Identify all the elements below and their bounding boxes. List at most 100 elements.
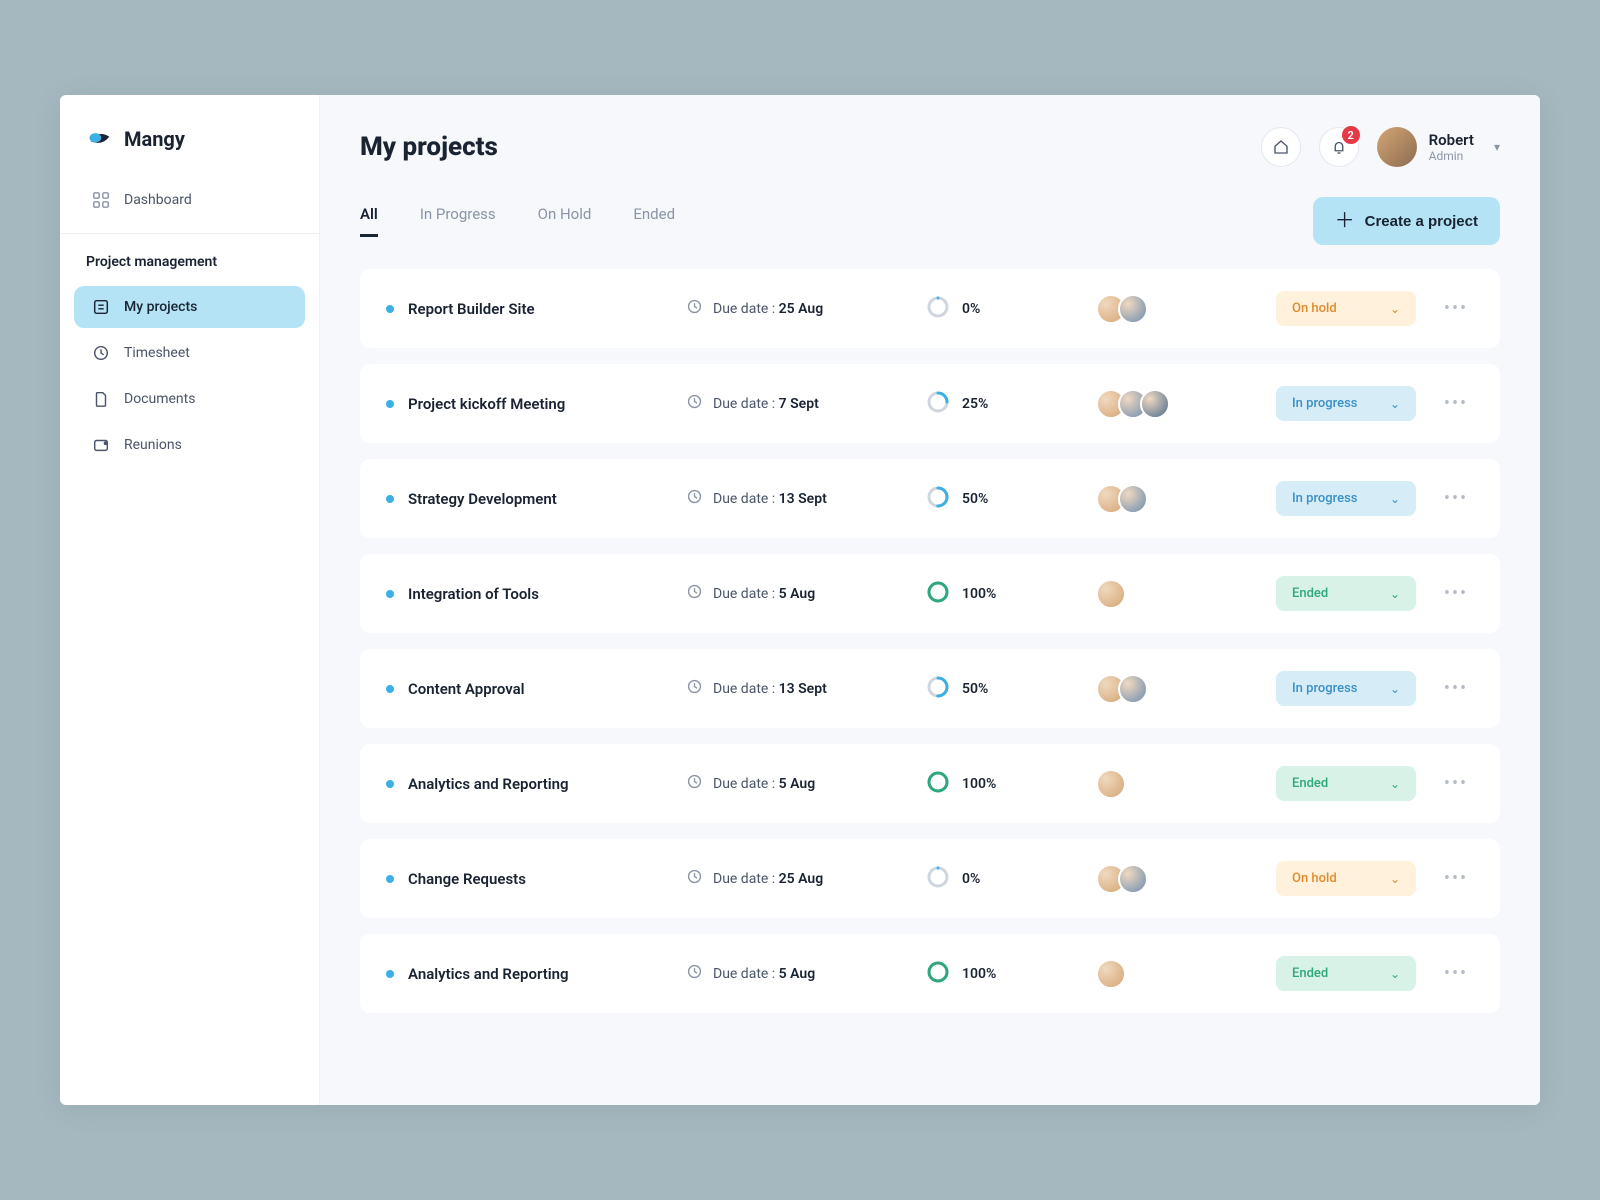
due-date-cell: Due date : 5 Aug — [686, 963, 906, 984]
progress-ring-icon — [926, 770, 950, 798]
assignees — [1096, 864, 1256, 894]
progress-percent: 100% — [962, 966, 996, 982]
more-button[interactable]: ••• — [1436, 583, 1476, 604]
nav-icon — [92, 390, 110, 408]
project-title: Integration of Tools — [408, 585, 539, 603]
tab-ended[interactable]: Ended — [633, 205, 675, 237]
user-menu[interactable]: Robert Admin ▾ — [1377, 127, 1500, 167]
due-date-text: Due date : 5 Aug — [713, 586, 815, 602]
due-date-cell: Due date : 13 Sept — [686, 488, 906, 509]
notifications-button[interactable]: 2 — [1319, 127, 1359, 167]
project-row[interactable]: Analytics and Reporting Due date : 5 Aug… — [360, 934, 1500, 1013]
project-row[interactable]: Project kickoff Meeting Due date : 7 Sep… — [360, 364, 1500, 443]
more-button[interactable]: ••• — [1436, 868, 1476, 889]
project-name-cell: Analytics and Reporting — [386, 965, 666, 983]
assignees — [1096, 579, 1256, 609]
project-row[interactable]: Content Approval Due date : 13 Sept 50% … — [360, 649, 1500, 728]
assignees — [1096, 484, 1256, 514]
sidebar-item-dashboard[interactable]: Dashboard — [74, 179, 305, 221]
tab-in-progress[interactable]: In Progress — [420, 205, 496, 237]
more-button[interactable]: ••• — [1436, 773, 1476, 794]
status-label: Ended — [1292, 586, 1328, 601]
project-list: Report Builder Site Due date : 25 Aug 0%… — [360, 269, 1500, 1013]
more-button[interactable]: ••• — [1436, 393, 1476, 414]
avatar — [1118, 864, 1148, 894]
progress-percent: 25% — [962, 396, 988, 412]
status-label: In progress — [1292, 396, 1357, 411]
project-title: Report Builder Site — [408, 300, 535, 318]
plus-icon: ＋ — [1335, 211, 1355, 231]
bullet-icon — [386, 970, 394, 978]
progress-ring-icon — [926, 390, 950, 418]
due-date-cell: Due date : 25 Aug — [686, 868, 906, 889]
clock-icon — [686, 488, 703, 509]
project-name-cell: Change Requests — [386, 870, 666, 888]
create-button-label: Create a project — [1365, 213, 1478, 230]
home-button[interactable] — [1261, 127, 1301, 167]
status-dropdown[interactable]: Ended ⌄ — [1276, 766, 1416, 801]
more-button[interactable]: ••• — [1436, 298, 1476, 319]
status-dropdown[interactable]: Ended ⌄ — [1276, 576, 1416, 611]
tab-on-hold[interactable]: On Hold — [538, 205, 592, 237]
bullet-icon — [386, 305, 394, 313]
sidebar-item-timesheet[interactable]: Timesheet — [74, 332, 305, 374]
tabs: All In Progress On Hold Ended — [360, 205, 675, 237]
page-title: My projects — [360, 132, 498, 162]
project-row[interactable]: Strategy Development Due date : 13 Sept … — [360, 459, 1500, 538]
progress-cell: 100% — [926, 580, 1076, 608]
sidebar-item-my-projects[interactable]: My projects — [74, 286, 305, 328]
due-date-cell: Due date : 5 Aug — [686, 773, 906, 794]
status-label: In progress — [1292, 681, 1357, 696]
project-row[interactable]: Report Builder Site Due date : 25 Aug 0%… — [360, 269, 1500, 348]
sidebar-section-label: Project management — [60, 233, 319, 282]
clock-icon — [686, 678, 703, 699]
create-project-button[interactable]: ＋ Create a project — [1313, 197, 1500, 245]
due-date-text: Due date : 13 Sept — [713, 491, 827, 507]
progress-percent: 0% — [962, 871, 980, 887]
status-dropdown[interactable]: On hold ⌄ — [1276, 861, 1416, 896]
avatar — [1096, 769, 1126, 799]
project-row[interactable]: Change Requests Due date : 25 Aug 0% On … — [360, 839, 1500, 918]
clock-icon — [686, 773, 703, 794]
sidebar-item-documents[interactable]: Documents — [74, 378, 305, 420]
assignees — [1096, 294, 1256, 324]
assignees — [1096, 769, 1256, 799]
notification-badge: 2 — [1342, 126, 1360, 144]
more-button[interactable]: ••• — [1436, 488, 1476, 509]
project-title: Content Approval — [408, 680, 525, 698]
more-button[interactable]: ••• — [1436, 678, 1476, 699]
project-row[interactable]: Analytics and Reporting Due date : 5 Aug… — [360, 744, 1500, 823]
topbar: My projects 2 Robert A — [360, 127, 1500, 167]
top-actions: 2 Robert Admin ▾ — [1261, 127, 1500, 167]
status-dropdown[interactable]: On hold ⌄ — [1276, 291, 1416, 326]
sidebar-item-reunions[interactable]: Reunions — [74, 424, 305, 466]
clock-icon — [686, 583, 703, 604]
project-name-cell: Project kickoff Meeting — [386, 395, 666, 413]
progress-percent: 50% — [962, 681, 988, 697]
status-dropdown[interactable]: In progress ⌄ — [1276, 481, 1416, 516]
avatar — [1096, 579, 1126, 609]
progress-cell: 0% — [926, 865, 1076, 893]
user-role: Admin — [1429, 149, 1474, 163]
progress-cell: 50% — [926, 485, 1076, 513]
status-label: Ended — [1292, 776, 1328, 791]
due-date-text: Due date : 7 Sept — [713, 396, 819, 412]
status-label: Ended — [1292, 966, 1328, 981]
project-name-cell: Analytics and Reporting — [386, 775, 666, 793]
sidebar: Mangy Dashboard Project management My pr… — [60, 95, 320, 1105]
sidebar-item-label: Reunions — [124, 437, 182, 453]
logo-icon — [86, 125, 114, 153]
project-name-cell: Report Builder Site — [386, 300, 666, 318]
tab-all[interactable]: All — [360, 205, 378, 237]
assignees — [1096, 674, 1256, 704]
progress-percent: 0% — [962, 301, 980, 317]
project-row[interactable]: Integration of Tools Due date : 5 Aug 10… — [360, 554, 1500, 633]
status-label: On hold — [1292, 871, 1337, 886]
progress-cell: 100% — [926, 960, 1076, 988]
status-dropdown[interactable]: In progress ⌄ — [1276, 671, 1416, 706]
more-button[interactable]: ••• — [1436, 963, 1476, 984]
project-title: Analytics and Reporting — [408, 775, 569, 793]
status-dropdown[interactable]: In progress ⌄ — [1276, 386, 1416, 421]
status-dropdown[interactable]: Ended ⌄ — [1276, 956, 1416, 991]
clock-icon — [686, 868, 703, 889]
